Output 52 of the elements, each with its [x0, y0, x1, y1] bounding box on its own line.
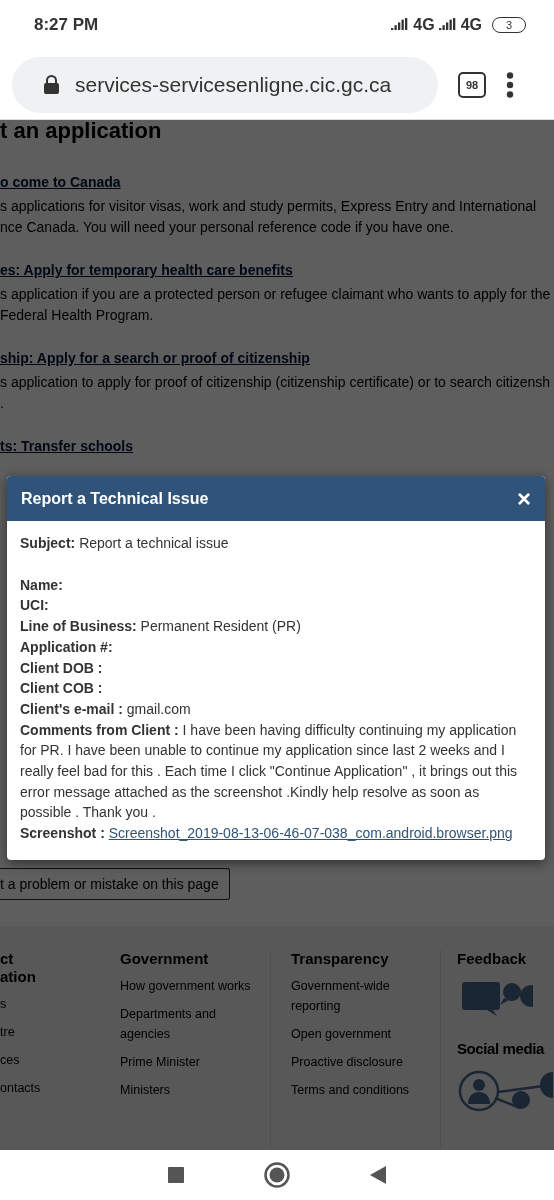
detail-line: Client's e-mail : gmail.com	[20, 699, 192, 719]
screenshot-label: Screenshot :	[20, 825, 105, 842]
social-network-icon	[457, 1068, 553, 1112]
detail-line: UCI:	[20, 596, 50, 616]
footer-link[interactable]: Ministers	[120, 1080, 270, 1100]
footer-heading: Transparency	[291, 950, 390, 968]
detail-line: Client COB :	[20, 679, 104, 699]
clock-time: 8:27 PM	[34, 15, 99, 35]
service-link[interactable]: ts: Transfer schools	[0, 438, 554, 454]
service-link[interactable]: o come to Canada	[0, 174, 554, 190]
detail-line: Comments from Client : I have been having difficulty continuing my application for PR. I have been unable to continue my application since last 2 weeks and I really feel bad for this . Each time I click "Continue Application" , it brings out this error message attached as the screenshot .Kindly help resolve as soon as possible . Thank you .	[20, 720, 519, 823]
footer-link[interactable]: How government works	[120, 976, 270, 996]
detail-line: Line of Business: Permanent Resident (PR)	[20, 617, 302, 637]
service-description: s application to apply for proof of citizenship (citizenship certificate) or to search citizensh .	[0, 373, 552, 413]
service-link[interactable]: es: Apply for temporary health care benefits	[0, 262, 554, 278]
signal-icon	[391, 18, 410, 32]
detail-line: Client DOB :	[20, 658, 104, 678]
detail-line: Name:	[20, 575, 64, 595]
footer-link[interactable]: Departments and agencies	[120, 1004, 270, 1044]
footer-link[interactable]: Government-wide reporting	[291, 976, 440, 1016]
attachment-link[interactable]: Screenshot_2019-08-13-06-46-07-038_com.android.browser.png	[108, 825, 513, 842]
network-type: 4G	[413, 16, 435, 34]
network-type: 4G	[460, 16, 482, 34]
footer-link[interactable]: Terms and conditions	[291, 1080, 440, 1100]
service-description: s applications for visitor visas, work and study permits, Express Entry and International nce Canada. You will need your personal reference code if you have one.	[0, 197, 538, 237]
footer-link[interactable]: Prime Minister	[120, 1052, 270, 1072]
more-options-icon[interactable]	[506, 71, 514, 98]
close-button[interactable]: ×	[517, 486, 531, 511]
service-link[interactable]: ship: Apply for a search or proof of citizenship	[0, 350, 554, 366]
footer-link[interactable]: Open government	[291, 1024, 440, 1044]
home-button[interactable]	[264, 1162, 290, 1188]
address-bar[interactable]: services-servicesenligne.cic.gc.ca	[12, 56, 438, 113]
footer-heading: Feedback	[457, 950, 528, 968]
page-heading: t an application	[0, 120, 163, 144]
footer-heading: ct ation	[0, 950, 37, 986]
footer-link[interactable]: s	[0, 994, 100, 1014]
report-problem-button[interactable]: t a problem or mistake on this page	[0, 868, 230, 900]
service-description: s application if you are a protected person or refugee claimant who wants to apply for the Federal Health Program.	[0, 285, 552, 325]
url-text: services-servicesenligne.cic.gc.ca	[75, 72, 392, 97]
lock-icon	[44, 75, 59, 94]
footer-link[interactable]: tre	[0, 1022, 100, 1042]
dialog-title: Report a Technical Issue	[21, 489, 209, 508]
detail-line: Application #:	[20, 637, 114, 657]
footer-link[interactable]: ontacts	[0, 1078, 100, 1098]
subject-line: Subject: Report a technical issue	[20, 534, 230, 553]
footer-link[interactable]: ces	[0, 1050, 100, 1070]
footer-link[interactable]: Proactive disclosure	[291, 1052, 440, 1072]
footer-heading: Government	[120, 950, 210, 968]
footer-heading: Social media	[457, 1040, 546, 1058]
signal-icon	[438, 18, 457, 32]
tab-count-button[interactable]: 98	[458, 71, 486, 98]
back-button[interactable]	[370, 1166, 386, 1184]
